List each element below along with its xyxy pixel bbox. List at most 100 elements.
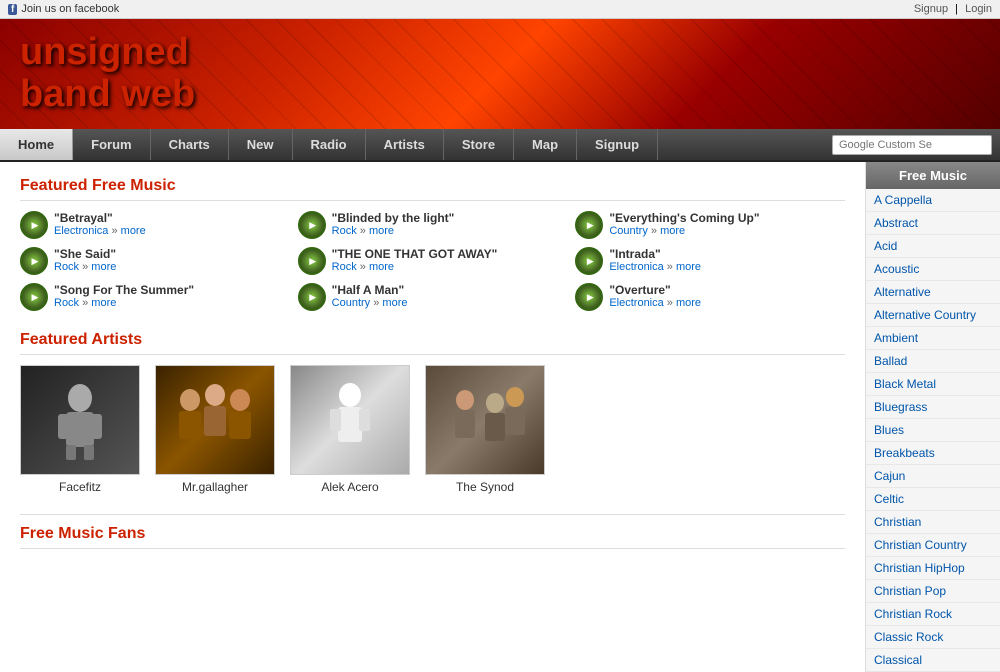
search-input[interactable] xyxy=(832,135,992,155)
artist-name-1: Facefitz xyxy=(59,480,101,494)
play-button-1[interactable] xyxy=(20,211,48,239)
sidebar-item-christian-pop[interactable]: Christian Pop xyxy=(866,580,1000,603)
play-button-6[interactable] xyxy=(575,247,603,275)
play-button-8[interactable] xyxy=(298,283,326,311)
more-link-5[interactable]: more xyxy=(369,261,394,273)
sidebar-item-acappella[interactable]: A Cappella xyxy=(866,189,1000,212)
sidebar-item-blues[interactable]: Blues xyxy=(866,419,1000,442)
play-button-3[interactable] xyxy=(575,211,603,239)
genre-link-1[interactable]: Electronica xyxy=(54,225,108,237)
music-genre-2: Rock » more xyxy=(332,225,568,237)
music-genre-5: Rock » more xyxy=(332,261,568,273)
play-button-7[interactable] xyxy=(20,283,48,311)
section-divider xyxy=(20,514,845,515)
sidebar-item-christian[interactable]: Christian xyxy=(866,511,1000,534)
nav-home[interactable]: Home xyxy=(0,129,73,160)
music-info-2: "Blinded by the light" Rock » more xyxy=(332,211,568,237)
music-item-2: "Blinded by the light" Rock » more xyxy=(298,211,568,239)
nav-radio[interactable]: Radio xyxy=(293,129,366,160)
nav-forum[interactable]: Forum xyxy=(73,129,150,160)
site-header: unsigned band web xyxy=(0,19,1000,129)
logo-line1: unsigned xyxy=(20,32,195,74)
music-genre-3: Country » more xyxy=(609,225,845,237)
sidebar-item-breakbeats[interactable]: Breakbeats xyxy=(866,442,1000,465)
main-content: Featured Free Music "Betrayal" Electroni… xyxy=(0,162,1000,672)
music-title-2: "Blinded by the light" xyxy=(332,211,568,225)
music-title-7: "Song For The Summer" xyxy=(54,283,290,297)
genre-link-2[interactable]: Rock xyxy=(332,225,357,237)
play-button-5[interactable] xyxy=(298,247,326,275)
play-button-9[interactable] xyxy=(575,283,603,311)
login-link[interactable]: Login xyxy=(965,3,992,15)
music-genre-1: Electronica » more xyxy=(54,225,290,237)
sidebar-item-cajun[interactable]: Cajun xyxy=(866,465,1000,488)
featured-artists-title: Featured Artists xyxy=(20,331,845,355)
music-item-9: "Overture" Electronica » more xyxy=(575,283,845,311)
sidebar-item-christian-rock[interactable]: Christian Rock xyxy=(866,603,1000,626)
featured-music-title: Featured Free Music xyxy=(20,177,845,201)
artist-item-3[interactable]: Alek Acero xyxy=(290,365,410,494)
artist-item-4[interactable]: The Synod xyxy=(425,365,545,494)
fans-section-title: Free Music Fans xyxy=(20,525,845,549)
music-item-4: "She Said" Rock » more xyxy=(20,247,290,275)
more-link-8[interactable]: more xyxy=(382,297,407,309)
content-area: Featured Free Music "Betrayal" Electroni… xyxy=(0,162,865,672)
sidebar-item-classical[interactable]: Classical xyxy=(866,649,1000,672)
music-info-9: "Overture" Electronica » more xyxy=(609,283,845,309)
auth-links: Signup | Login xyxy=(914,3,992,15)
music-genre-4: Rock » more xyxy=(54,261,290,273)
genre-link-9[interactable]: Electronica xyxy=(609,297,663,309)
more-link-4[interactable]: more xyxy=(91,261,116,273)
signup-link[interactable]: Signup xyxy=(914,3,948,15)
nav-new[interactable]: New xyxy=(229,129,293,160)
sidebar-item-bluegrass[interactable]: Bluegrass xyxy=(866,396,1000,419)
music-info-8: "Half A Man" Country » more xyxy=(332,283,568,309)
more-link-3[interactable]: more xyxy=(660,225,685,237)
music-info-6: "Intrada" Electronica » more xyxy=(609,247,845,273)
nav-artists[interactable]: Artists xyxy=(366,129,444,160)
more-link-2[interactable]: more xyxy=(369,225,394,237)
more-link-6[interactable]: more xyxy=(676,261,701,273)
music-title-3: "Everything's Coming Up" xyxy=(609,211,845,225)
artist-item-1[interactable]: Facefitz xyxy=(20,365,140,494)
nav-store[interactable]: Store xyxy=(444,129,514,160)
sidebar-item-black-metal[interactable]: Black Metal xyxy=(866,373,1000,396)
more-link-1[interactable]: more xyxy=(121,225,146,237)
sidebar-item-alternative[interactable]: Alternative xyxy=(866,281,1000,304)
sidebar-item-ballad[interactable]: Ballad xyxy=(866,350,1000,373)
facebook-link[interactable]: Join us on facebook xyxy=(8,3,119,15)
sidebar-item-acid[interactable]: Acid xyxy=(866,235,1000,258)
sidebar-item-acoustic[interactable]: Acoustic xyxy=(866,258,1000,281)
genre-link-7[interactable]: Rock xyxy=(54,297,79,309)
more-link-9[interactable]: more xyxy=(676,297,701,309)
nav-signup[interactable]: Signup xyxy=(577,129,658,160)
artists-grid: Facefitz Mr.gallagher xyxy=(20,365,845,494)
facebook-link-text: Join us on facebook xyxy=(21,3,119,15)
nav-map[interactable]: Map xyxy=(514,129,577,160)
genre-link-4[interactable]: Rock xyxy=(54,261,79,273)
artist-image-4 xyxy=(425,365,545,475)
sidebar-item-alternative-country[interactable]: Alternative Country xyxy=(866,304,1000,327)
music-title-1: "Betrayal" xyxy=(54,211,290,225)
play-button-4[interactable] xyxy=(20,247,48,275)
music-info-4: "She Said" Rock » more xyxy=(54,247,290,273)
music-genre-8: Country » more xyxy=(332,297,568,309)
nav-charts[interactable]: Charts xyxy=(151,129,229,160)
sidebar-item-classic-rock[interactable]: Classic Rock xyxy=(866,626,1000,649)
music-item-1: "Betrayal" Electronica » more xyxy=(20,211,290,239)
music-grid: "Betrayal" Electronica » more "Blinded b… xyxy=(20,211,845,311)
main-nav: Home Forum Charts New Radio Artists Stor… xyxy=(0,129,1000,162)
sidebar-item-christian-hiphop[interactable]: Christian HipHop xyxy=(866,557,1000,580)
genre-link-8[interactable]: Country xyxy=(332,297,371,309)
sidebar-item-christian-country[interactable]: Christian Country xyxy=(866,534,1000,557)
more-link-7[interactable]: more xyxy=(91,297,116,309)
play-button-2[interactable] xyxy=(298,211,326,239)
music-item-7: "Song For The Summer" Rock » more xyxy=(20,283,290,311)
artist-item-2[interactable]: Mr.gallagher xyxy=(155,365,275,494)
sidebar-item-celtic[interactable]: Celtic xyxy=(866,488,1000,511)
genre-link-6[interactable]: Electronica xyxy=(609,261,663,273)
sidebar-item-ambient[interactable]: Ambient xyxy=(866,327,1000,350)
genre-link-3[interactable]: Country xyxy=(609,225,648,237)
genre-link-5[interactable]: Rock xyxy=(332,261,357,273)
sidebar-item-abstract[interactable]: Abstract xyxy=(866,212,1000,235)
